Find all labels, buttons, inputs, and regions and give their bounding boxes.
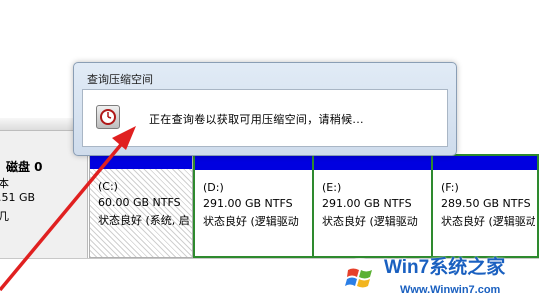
volume-label: (C:) <box>98 180 118 193</box>
query-shrink-dialog[interactable]: 查询压缩空间 正在查询卷以获取可用压缩空间，请稍候... <box>73 62 457 156</box>
dialog-title: 查询压缩空间 <box>87 73 153 86</box>
volume-status: 状态良好 (逻辑驱动 <box>441 215 535 228</box>
volume-status: 状态良好 (逻辑驱动 <box>322 215 418 228</box>
volume-label: (D:) <box>203 181 224 194</box>
volume-d[interactable]: (D:) 291.00 GB NTFS 状态良好 (逻辑驱动 <box>193 154 314 258</box>
partition-stripe <box>90 155 192 169</box>
windows-logo-icon <box>340 258 380 298</box>
disk-type: 本 <box>0 177 9 190</box>
volume-status: 状态良好 (逻辑驱动 <box>203 215 299 228</box>
volume-size: 291.00 GB NTFS <box>203 197 293 210</box>
volume-label: (E:) <box>322 181 342 194</box>
disk-name: 磁盘 0 <box>6 160 43 174</box>
volume-e[interactable]: (E:) 291.00 GB NTFS 状态良好 (逻辑驱动 <box>312 154 433 258</box>
partition-stripe <box>433 156 537 170</box>
watermark-brand: Win7系统之家 <box>384 257 506 278</box>
disk-size: .51 GB <box>0 191 36 204</box>
volume-label: (F:) <box>441 181 459 194</box>
volume-size: 291.00 GB NTFS <box>322 197 412 210</box>
dialog-message: 正在查询卷以获取可用压缩空间，请稍候... <box>149 113 364 126</box>
partition-stripe <box>195 156 312 170</box>
dialog-content: 正在查询卷以获取可用压缩空间，请稍候... <box>82 89 448 147</box>
volume-size: 289.50 GB NTFS <box>441 197 531 210</box>
volume-f[interactable]: (F:) 289.50 GB NTFS 状态良好 (逻辑驱动 <box>431 154 539 258</box>
watermark: Win7系统之家 Www.Winwin7.com <box>338 252 538 304</box>
disk-status: 几 <box>0 210 9 223</box>
partition-stripe <box>314 156 431 170</box>
volume-size: 60.00 GB NTFS <box>98 196 181 209</box>
watermark-url: Www.Winwin7.com <box>400 284 501 296</box>
clock-icon <box>96 105 120 129</box>
volume-status: 状态良好 (系统, 启 <box>98 214 190 227</box>
volume-c[interactable]: (C:) 60.00 GB NTFS 状态良好 (系统, 启 <box>89 154 193 258</box>
